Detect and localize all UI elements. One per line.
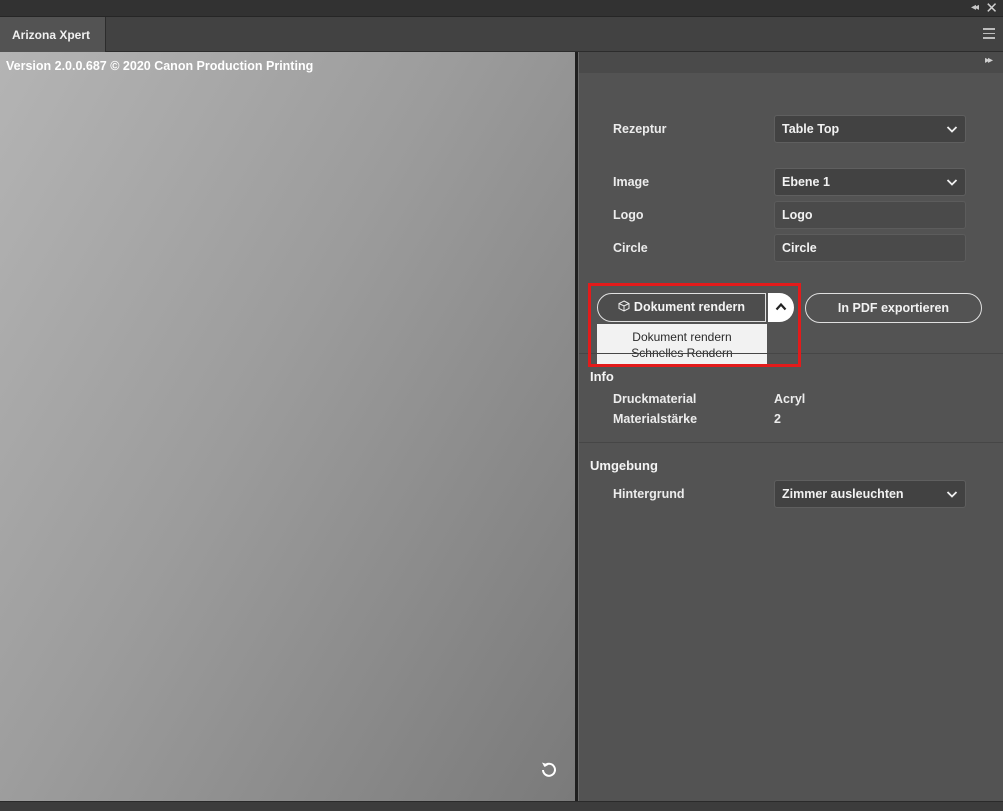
chevron-down-icon (946, 126, 958, 133)
hintergrund-label: Hintergrund (613, 487, 685, 501)
chevron-down-icon (946, 491, 958, 498)
tab-bar: Arizona Xpert (0, 17, 1003, 52)
menu-item-render-document[interactable]: Dokument rendern (597, 329, 767, 345)
umgebung-section-title: Umgebung (590, 458, 658, 473)
logo-label: Logo (613, 208, 644, 222)
image-label: Image (613, 175, 650, 189)
divider (579, 442, 1003, 443)
rezeptur-select[interactable]: Table Top (774, 115, 966, 143)
close-icon[interactable]: ✕ (985, 0, 998, 17)
materialstaerke-label: Materialstärke (613, 412, 698, 426)
hintergrund-select[interactable]: Zimmer ausleuchten (774, 480, 966, 508)
circle-label: Circle (613, 241, 648, 255)
render-options-toggle[interactable] (768, 293, 794, 322)
chevron-down-icon (946, 179, 958, 186)
bottom-scroll-strip (0, 801, 1003, 811)
hintergrund-value: Zimmer ausleuchten (782, 487, 904, 501)
logo-field[interactable]: Logo (774, 201, 966, 229)
tab-arizona-xpert[interactable]: Arizona Xpert (0, 17, 106, 52)
render-document-button[interactable]: Dokument rendern (597, 293, 766, 322)
panel-header: ▸▸ (579, 52, 1003, 73)
render-document-label: Dokument rendern (633, 300, 746, 314)
materialstaerke-value: 2 (774, 412, 781, 426)
image-value: Ebene 1 (782, 175, 830, 189)
druckmaterial-label: Druckmaterial (613, 392, 697, 406)
rezeptur-value: Table Top (782, 122, 840, 136)
info-section-title: Info (590, 369, 614, 384)
reset-view-icon[interactable] (540, 760, 558, 778)
circle-field[interactable]: Circle (774, 234, 966, 262)
expand-panel-icon[interactable]: ▸▸ (985, 55, 993, 66)
rezeptur-label: Rezeptur (613, 122, 667, 136)
druckmaterial-value: Acryl (774, 392, 806, 406)
render-preview: Version 2.0.0.687 © 2020 Canon Productio… (0, 52, 575, 801)
divider (579, 353, 1003, 354)
window-title-bar: ◂◂ ✕ (0, 0, 1003, 17)
settings-panel: ▸▸ Rezeptur Table Top Image Ebene 1 Logo… (579, 52, 1003, 801)
hamburger-menu-icon[interactable] (983, 28, 995, 39)
version-label: Version 2.0.0.687 © 2020 Canon Productio… (6, 59, 314, 73)
chevron-up-icon (775, 302, 787, 311)
render-options-menu: Dokument rendern Schnelles Rendern (597, 324, 767, 366)
export-pdf-button[interactable]: In PDF exportieren (805, 293, 982, 323)
cube-icon (618, 300, 630, 312)
collapse-panels-icon[interactable]: ◂◂ (971, 2, 979, 13)
image-select[interactable]: Ebene 1 (774, 168, 966, 196)
